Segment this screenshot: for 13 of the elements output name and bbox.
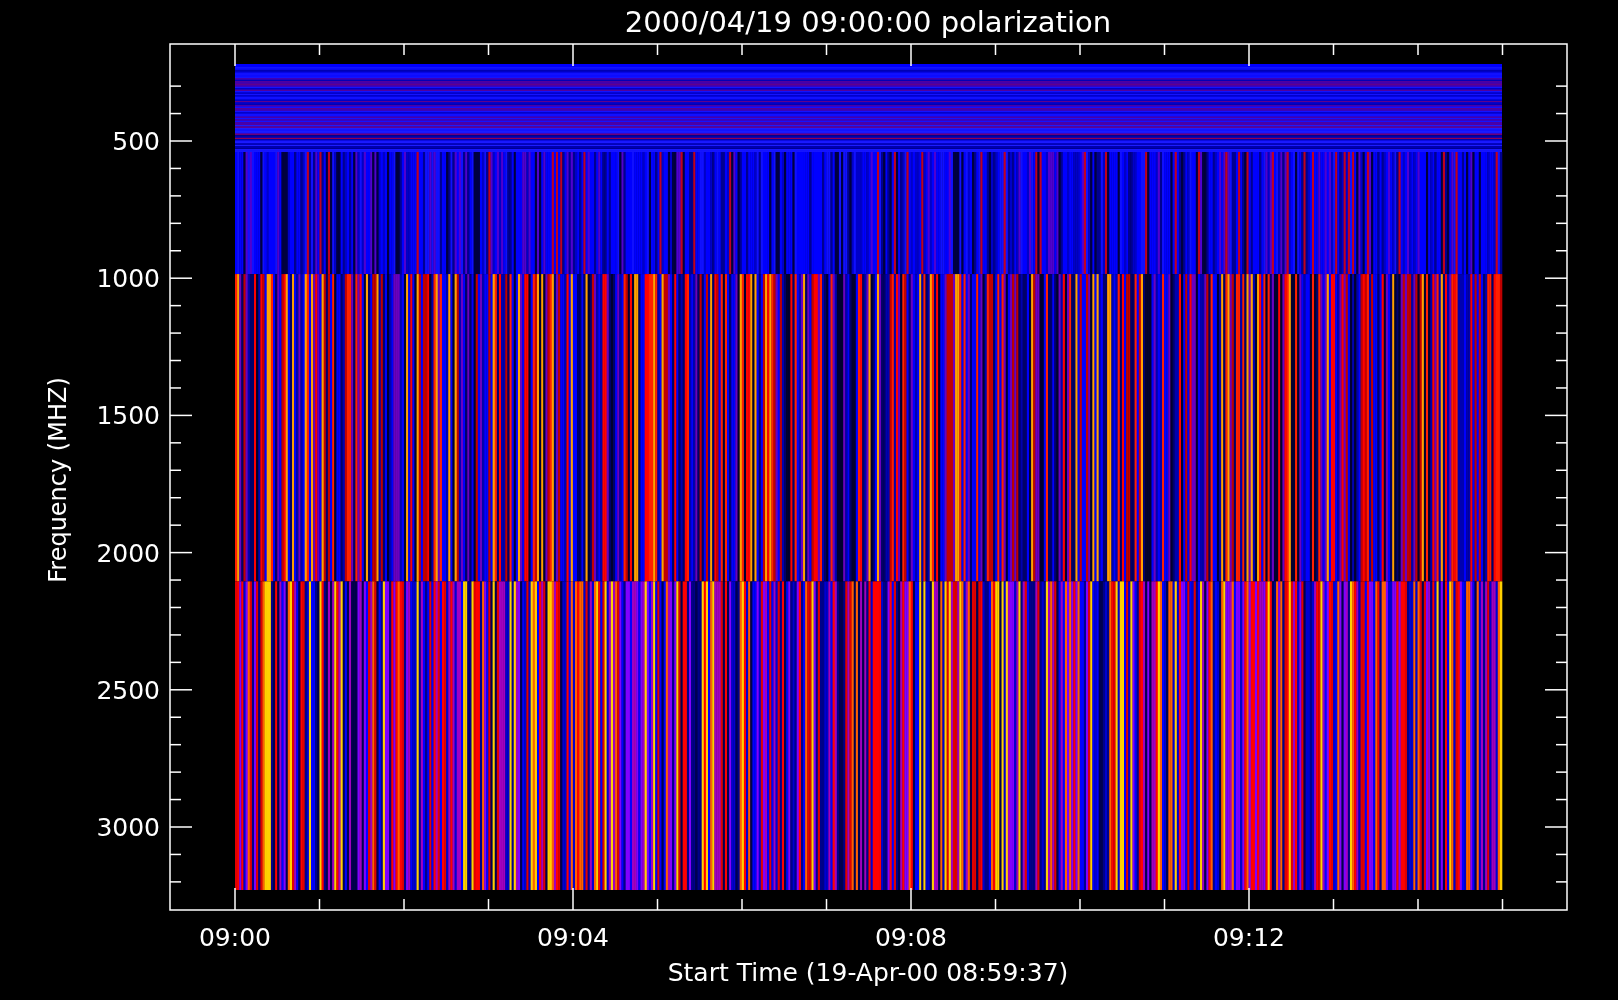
y-tick-label: 2000 bbox=[96, 538, 160, 568]
y-tick-label: 500 bbox=[112, 127, 160, 156]
x-axis-label: Start Time (19-Apr-00 08:59:37) bbox=[667, 958, 1069, 987]
y-tick-label: 3000 bbox=[96, 813, 160, 842]
y-tick-label: 2500 bbox=[96, 675, 160, 705]
y-tick-label: 1000 bbox=[96, 264, 160, 294]
x-tick-label: 09:00 bbox=[199, 923, 271, 952]
x-tick-label: 09:04 bbox=[537, 923, 609, 952]
y-axis-label: Frequency (MHZ) bbox=[44, 377, 72, 583]
y-tick-label: 1500 bbox=[96, 401, 160, 431]
chart-title: 2000/04/19 09:00:00 polarization bbox=[624, 4, 1112, 39]
x-tick-label: 09:12 bbox=[1213, 923, 1285, 952]
x-tick-label: 09:08 bbox=[875, 923, 947, 952]
